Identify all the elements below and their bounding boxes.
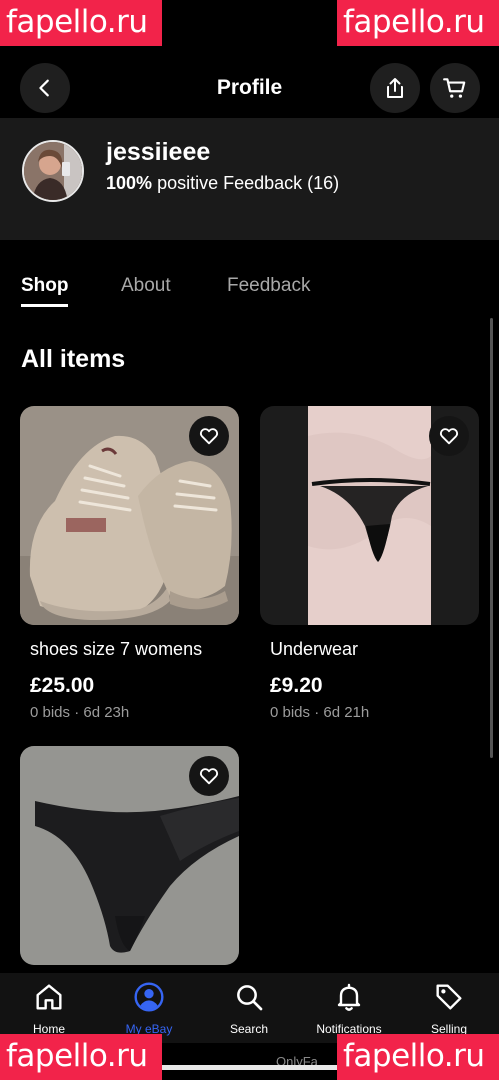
listing-image[interactable] bbox=[260, 406, 479, 625]
avatar[interactable] bbox=[22, 140, 84, 202]
listing-image[interactable] bbox=[20, 746, 239, 965]
tab-shop[interactable]: Shop bbox=[21, 275, 69, 297]
active-tab-indicator bbox=[21, 304, 68, 307]
watermark: fapello.ru bbox=[337, 1034, 499, 1080]
top-bar: Profile bbox=[0, 58, 499, 118]
watch-button[interactable] bbox=[189, 416, 229, 456]
nav-home[interactable]: Home bbox=[4, 981, 94, 1036]
nav-label: Search bbox=[229, 1022, 269, 1036]
bottom-navigation: Home My eBay Search Notifications Sellin… bbox=[0, 973, 499, 1043]
listing-card[interactable] bbox=[20, 746, 239, 965]
feedback-percent: 100% bbox=[106, 173, 153, 193]
tab-feedback[interactable]: Feedback bbox=[227, 275, 310, 297]
watermark: fapello.ru bbox=[0, 1034, 162, 1080]
heart-icon bbox=[199, 428, 219, 445]
profile-tabs: Shop About Feedback bbox=[0, 270, 499, 310]
cart-icon bbox=[443, 78, 466, 98]
share-icon bbox=[387, 78, 403, 98]
heart-icon bbox=[199, 768, 219, 785]
tab-about[interactable]: About bbox=[121, 275, 171, 297]
listing-price: £25.00 bbox=[30, 674, 95, 697]
feedback-summary[interactable]: 100% positive Feedback (16) bbox=[106, 173, 339, 194]
home-indicator[interactable] bbox=[160, 1065, 340, 1070]
cart-button[interactable] bbox=[430, 63, 480, 113]
user-icon bbox=[134, 982, 164, 1012]
scrollbar[interactable] bbox=[490, 318, 493, 758]
seller-profile-card: jessiieee 100% positive Feedback (16) bbox=[0, 118, 499, 240]
heart-icon bbox=[439, 428, 459, 445]
section-title: All items bbox=[21, 345, 126, 373]
watch-button[interactable] bbox=[429, 416, 469, 456]
watermark: fapello.ru bbox=[337, 0, 499, 46]
nav-my-ebay[interactable]: My eBay bbox=[104, 981, 194, 1036]
listing-title[interactable]: Underwear bbox=[270, 639, 479, 660]
nav-search[interactable]: Search bbox=[204, 981, 294, 1036]
seller-username[interactable]: jessiieee bbox=[106, 138, 210, 167]
listing-card[interactable]: Underwear £9.20 0 bids · 6d 21h bbox=[260, 406, 479, 721]
listing-meta: 0 bids · 6d 23h bbox=[30, 704, 130, 721]
listing-title[interactable]: shoes size 7 womens bbox=[30, 639, 239, 660]
listing-image[interactable] bbox=[20, 406, 239, 625]
tag-icon bbox=[436, 984, 462, 1010]
share-button[interactable] bbox=[370, 63, 420, 113]
home-icon bbox=[36, 984, 62, 1010]
nav-selling[interactable]: Selling bbox=[404, 981, 494, 1036]
page-title: Profile bbox=[216, 76, 283, 99]
listing-meta: 0 bids · 6d 21h bbox=[270, 704, 370, 721]
watermark: fapello.ru bbox=[0, 0, 162, 46]
listing-price: £9.20 bbox=[270, 674, 323, 697]
nav-notifications[interactable]: Notifications bbox=[304, 981, 394, 1036]
feedback-text: positive Feedback (16) bbox=[157, 173, 340, 193]
bell-icon bbox=[337, 983, 361, 1011]
listing-card[interactable]: shoes size 7 womens £25.00 0 bids · 6d 2… bbox=[20, 406, 239, 721]
search-icon bbox=[237, 985, 263, 1011]
watch-button[interactable] bbox=[189, 756, 229, 796]
